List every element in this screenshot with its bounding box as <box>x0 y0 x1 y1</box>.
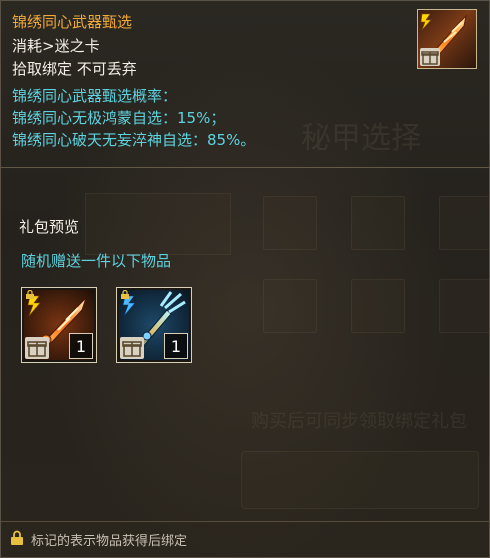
background-ghost-slot <box>263 196 317 250</box>
background-ghost-slot <box>351 279 405 333</box>
rate-heading: 锦绣同心武器甄选概率： <box>12 87 178 105</box>
background-ghost-slot <box>439 279 489 333</box>
background-ghost-slot <box>351 196 405 250</box>
item-title: 锦绣同心武器甄选 <box>12 13 133 31</box>
lock-icon <box>26 290 34 299</box>
background-ghost-panel <box>85 193 231 255</box>
background-ghost-slot <box>439 196 489 250</box>
background-ghost-button <box>241 451 479 509</box>
gift-preview-subtitle: 随机赠送一件以下物品 <box>21 252 172 270</box>
rate-line-2: 锦绣同心破天无妄淬神自选：85%。 <box>12 131 256 149</box>
binding-text: 拾取绑定 不可丢弃 <box>12 60 137 78</box>
gift-preview-heading: 礼包预览 <box>19 218 80 236</box>
footer-divider <box>1 521 489 522</box>
background-ghost-text: 购买后可同步领取绑定礼包 <box>251 411 467 432</box>
gift-item-slot[interactable]: 1 <box>21 287 97 363</box>
background-ghost-slot <box>263 279 317 333</box>
consume-text: 消耗>迷之卡 <box>12 37 100 55</box>
binding-note: 标记的表示物品获得后绑定 <box>31 534 188 549</box>
background-ghost-text: 秘甲选择 <box>301 121 421 156</box>
lock-icon <box>121 290 129 299</box>
item-count: 1 <box>164 333 188 359</box>
gift-item-slot[interactable]: 1 <box>116 287 192 363</box>
section-divider <box>1 167 489 168</box>
gift-icon <box>25 337 49 359</box>
item-tooltip: 秘甲选择 购买后可同步领取绑定礼包 锦绣同心武器甄选 消耗>迷之卡 拾取绑定 不… <box>0 0 490 558</box>
rate-line-1: 锦绣同心无极鸿蒙自选：15%； <box>12 109 226 127</box>
gift-icon <box>120 337 144 359</box>
item-icon <box>417 9 477 69</box>
lock-icon <box>11 530 23 545</box>
item-count: 1 <box>69 333 93 359</box>
gift-icon <box>420 48 440 66</box>
